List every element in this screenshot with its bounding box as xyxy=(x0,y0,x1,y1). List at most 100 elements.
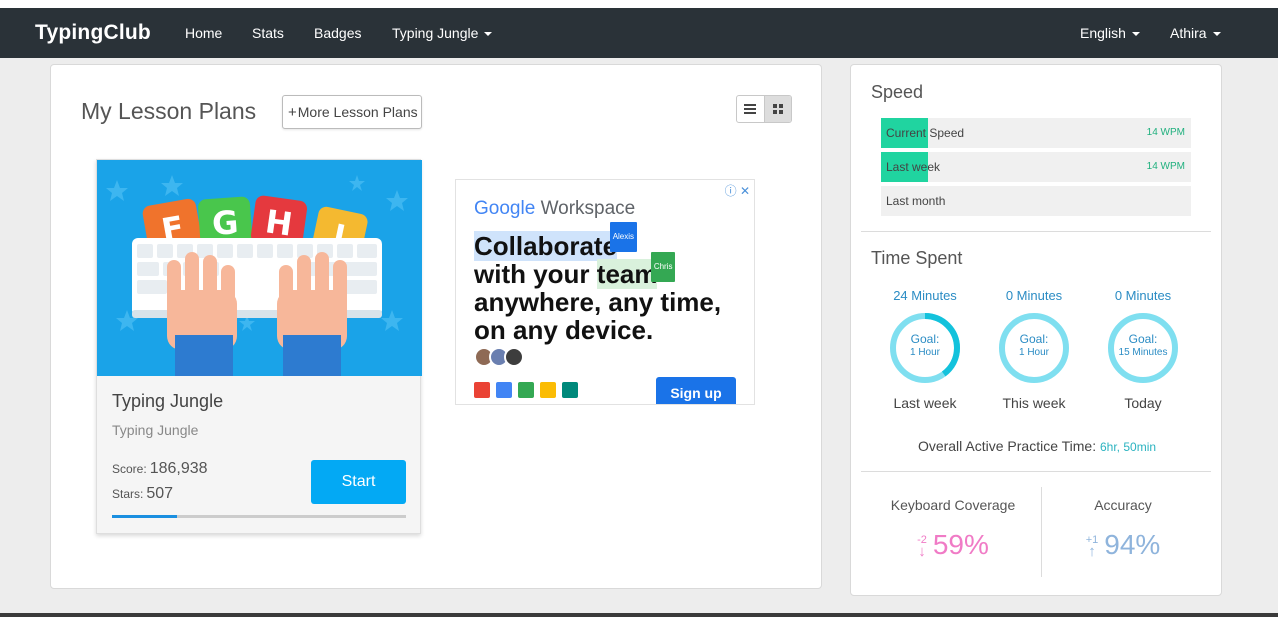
ad-line-4: on any device. xyxy=(474,315,654,345)
lesson-progress-bar xyxy=(112,515,406,518)
nav-badges[interactable]: Badges xyxy=(314,25,361,41)
ad-info-close-icons[interactable]: ⓘ ✕ xyxy=(725,182,750,199)
nav-typing-jungle-dropdown[interactable]: Typing Jungle xyxy=(392,25,493,41)
gmail-icon xyxy=(474,382,490,398)
speed-bar-current: Current Speed 14 WPM xyxy=(881,118,1191,148)
grid-icon xyxy=(772,104,783,114)
goal-ring: Goal: 15 Minutes xyxy=(1106,311,1180,385)
score-row: Score: 186,938 xyxy=(112,460,208,478)
block-letter-g: G xyxy=(211,203,240,243)
goal-label: Goal: xyxy=(1128,332,1158,346)
avatar xyxy=(504,347,524,367)
grid-view-button[interactable] xyxy=(763,96,791,122)
plus-icon: + xyxy=(288,104,297,121)
nav-typing-jungle-label: Typing Jungle xyxy=(392,25,479,41)
lesson-card-subtitle: Typing Jungle xyxy=(112,422,199,438)
ad-brand: Google Workspace xyxy=(474,198,635,220)
caret-down-icon xyxy=(1212,32,1221,37)
speed-bar-last-month: Last month xyxy=(881,186,1191,216)
period-label: Last week xyxy=(893,395,957,411)
user-dropdown[interactable]: Athira xyxy=(1170,25,1221,41)
overall-value: 6hr, 50min xyxy=(1100,440,1157,454)
time-spent-last-week: 24 Minutes Goal: 1 Hour Last week xyxy=(880,288,970,411)
nav-stats[interactable]: Stats xyxy=(252,25,284,41)
stars-row: Stars: 507 xyxy=(112,485,173,503)
start-button[interactable]: Start xyxy=(311,460,406,504)
ad-headline: Collaborate Alexis with your team Chris an… xyxy=(474,222,722,345)
user-name: Athira xyxy=(1170,25,1207,41)
coverage-value: 59% xyxy=(932,529,989,560)
time-spent-this-week: 0 Minutes Goal: 1 Hour This week xyxy=(989,288,1079,411)
minutes-value: 0 Minutes xyxy=(1114,288,1172,303)
language-label: English xyxy=(1080,25,1126,41)
ad-line-2b: team xyxy=(596,259,658,289)
goal-ring: Goal: 1 Hour xyxy=(888,311,962,385)
workspace-wordmark: Workspace xyxy=(540,198,636,219)
caret-down-icon xyxy=(484,32,493,37)
language-dropdown[interactable]: English xyxy=(1080,25,1140,41)
meet-icon xyxy=(562,382,578,398)
ad-line-1: Collaborate xyxy=(474,231,618,261)
list-icon xyxy=(744,104,757,114)
goal-label: Goal: xyxy=(1019,332,1049,346)
calendar-icon xyxy=(496,382,512,398)
time-spent-today: 0 Minutes Goal: 15 Minutes Today xyxy=(1098,288,1188,411)
docs-icon xyxy=(540,382,556,398)
arrow-up-icon: ↑ xyxy=(1088,543,1096,560)
navbar: TypingClub Home Stats Badges Typing Jung… xyxy=(0,8,1278,58)
stars-label: Stars: xyxy=(112,487,144,501)
goal-target: 1 Hour xyxy=(909,347,940,358)
time-spent-title: Time Spent xyxy=(871,248,963,268)
ad-avatars xyxy=(474,347,524,367)
coverage-title: Keyboard Coverage xyxy=(890,497,1016,513)
stats-panel: Speed Current Speed 14 WPM Last week 14 … xyxy=(850,64,1222,596)
lesson-card-title: Typing Jungle xyxy=(112,391,224,411)
bottom-edge xyxy=(0,613,1278,617)
ad-tag-chris: Chris xyxy=(650,252,676,282)
workspace-app-icons xyxy=(474,382,578,398)
speed-bar-label: Last week xyxy=(886,160,941,174)
divider xyxy=(861,471,1211,472)
ad-line-2a: with your xyxy=(474,259,597,289)
goal-ring: Goal: 1 Hour xyxy=(997,311,1071,385)
accuracy-title: Accuracy xyxy=(1094,497,1152,513)
list-view-button[interactable] xyxy=(737,96,764,122)
accuracy-value: 94% xyxy=(1104,529,1161,560)
speed-bar-last-week: Last week 14 WPM xyxy=(881,152,1191,182)
lesson-progress-fill xyxy=(112,515,177,518)
drive-icon xyxy=(518,382,534,398)
more-lesson-plans-label: More Lesson Plans xyxy=(297,104,418,120)
typing-jungle-illustration: F G H J xyxy=(97,160,422,376)
minutes-value: 0 Minutes xyxy=(1005,288,1063,303)
speed-bar-label: Last month xyxy=(886,194,946,208)
overall-practice-time: Overall Active Practice Time: 6hr, 50min xyxy=(851,438,1223,454)
more-lesson-plans-button[interactable]: +More Lesson Plans xyxy=(282,95,422,129)
divider xyxy=(861,231,1211,232)
accuracy: Accuracy +1 ↑ 94% xyxy=(1033,497,1213,561)
speed-bar-label: Current Speed xyxy=(886,126,965,140)
score-value: 186,938 xyxy=(149,460,208,477)
lesson-card[interactable]: F G H J Typing Jungle Typing Jungle Scor… xyxy=(96,159,422,534)
keyboard-coverage: Keyboard Coverage -2 ↓ 59% xyxy=(863,497,1043,561)
period-label: This week xyxy=(1002,395,1066,411)
block-letter-h: H xyxy=(263,202,295,243)
ad-line-3: anywhere, any time, xyxy=(474,287,722,317)
brand-logo[interactable]: TypingClub xyxy=(35,21,151,45)
goal-target: 1 Hour xyxy=(1018,347,1049,358)
lesson-plans-panel: My Lesson Plans +More Lesson Plans F G H… xyxy=(50,64,822,589)
arrow-down-icon: ↓ xyxy=(918,543,926,560)
google-wordmark: Google xyxy=(474,198,536,219)
nav-home[interactable]: Home xyxy=(185,25,222,41)
caret-down-icon xyxy=(1131,32,1140,37)
speed-title: Speed xyxy=(871,82,924,102)
minutes-value: 24 Minutes xyxy=(893,288,957,303)
ad-signup-button[interactable]: Sign up xyxy=(656,377,736,404)
google-workspace-ad[interactable]: ⓘ ✕ Google Workspace Collaborate Alexis w… xyxy=(455,179,755,405)
top-strip xyxy=(0,0,1278,8)
speed-bar-value: 14 WPM xyxy=(1146,161,1185,172)
page-title: My Lesson Plans xyxy=(81,98,257,124)
period-label: Today xyxy=(1124,395,1162,411)
view-toggle xyxy=(736,95,792,123)
ad-tag-alexis: Alexis xyxy=(609,222,638,252)
speed-bar-value: 14 WPM xyxy=(1146,127,1185,138)
